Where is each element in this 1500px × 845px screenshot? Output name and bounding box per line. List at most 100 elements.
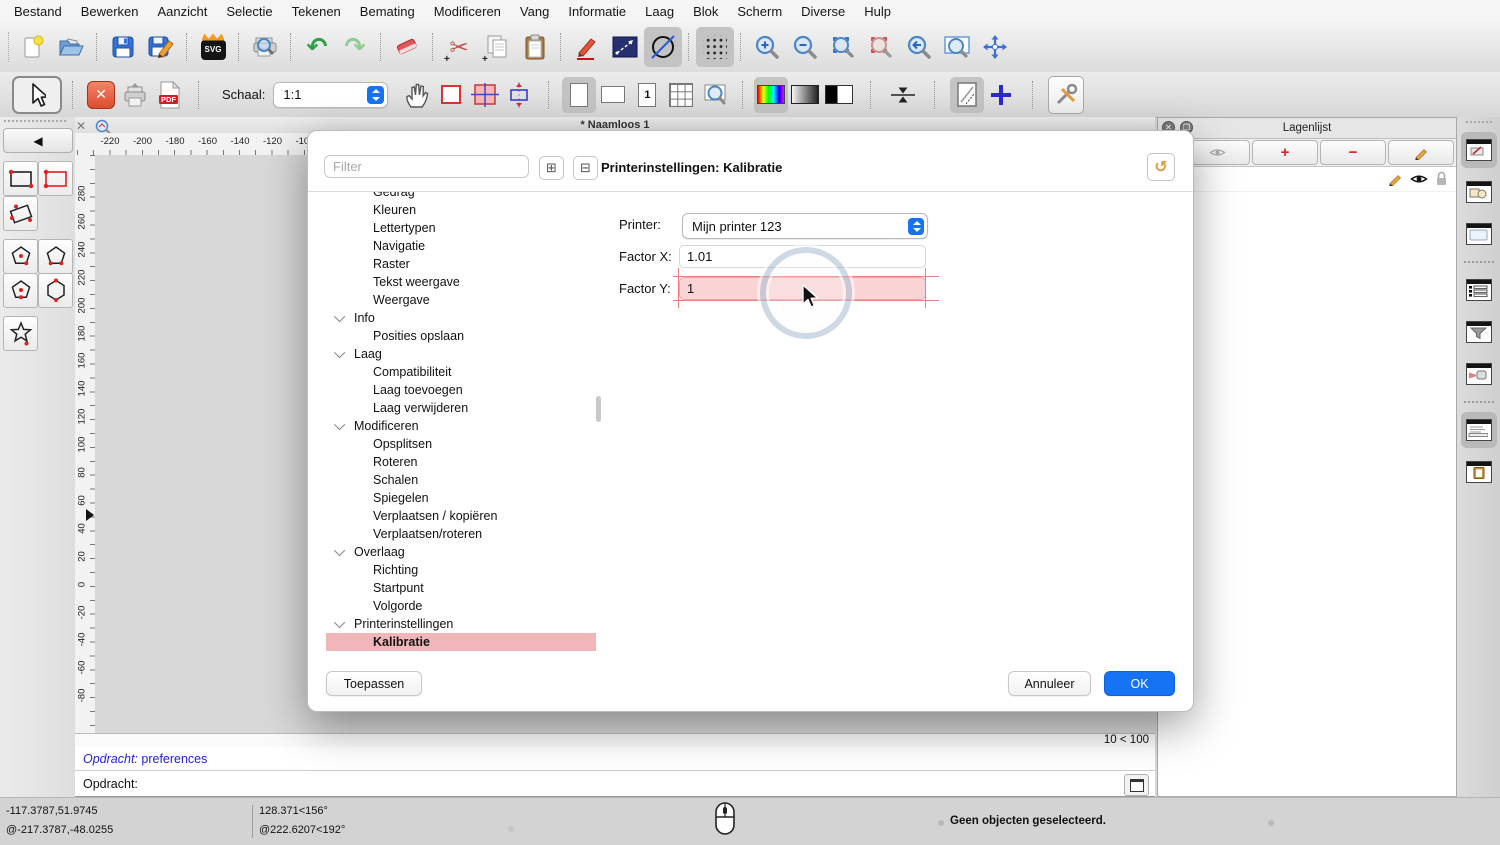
tree-item-spiegelen[interactable]: Spiegelen — [326, 489, 596, 507]
paper-outline-button[interactable] — [434, 77, 468, 113]
tree-item-startpunt[interactable]: Startpunt — [326, 579, 596, 597]
close-drawing-button[interactable]: ✕ — [84, 77, 118, 113]
cut-button[interactable]: ✂ + — [440, 27, 478, 67]
tree-item-verplaatsen-roteren[interactable]: Verplaatsen/roteren — [326, 525, 596, 543]
tool-polygon-side-button[interactable] — [38, 239, 73, 274]
layer-visible-eye-icon[interactable] — [1410, 173, 1428, 185]
back-button[interactable]: ◀ — [3, 128, 73, 153]
stepper-icon[interactable] — [908, 217, 924, 235]
tree-item-laag-toevoegen[interactable]: Laag toevoegen — [326, 381, 596, 399]
settings-button[interactable] — [1048, 75, 1085, 114]
redo-button[interactable]: ↷ — [336, 27, 374, 67]
menu-selectie[interactable]: Selectie — [226, 4, 272, 19]
tree-item-richting[interactable]: Richting — [326, 561, 596, 579]
tree-item-volgorde[interactable]: Volgorde — [326, 597, 596, 615]
tool-rectangle-size-button[interactable] — [3, 161, 38, 196]
line-tool-button[interactable] — [606, 27, 644, 67]
selection-pointer-button[interactable] — [12, 75, 62, 114]
view-list-toggle-button[interactable] — [1461, 216, 1497, 252]
tree-item-laag[interactable]: Laag — [326, 345, 596, 363]
no-fill-toggle-button[interactable] — [644, 27, 682, 67]
print-preview-button[interactable] — [246, 27, 284, 67]
tree-item-laag-verwijderen[interactable]: Laag verwijderen — [326, 399, 596, 417]
chevron-down-icon[interactable] — [333, 616, 346, 629]
stepper-icon[interactable] — [367, 85, 385, 104]
pencil-tool-button[interactable] — [568, 27, 606, 67]
grayscale-button[interactable] — [788, 77, 822, 113]
menu-diverse[interactable]: Diverse — [801, 4, 845, 19]
command-options-button[interactable] — [1124, 774, 1149, 796]
add-layer-button[interactable]: + — [1252, 140, 1318, 165]
menu-vang[interactable]: Vang — [520, 4, 549, 19]
revert-button[interactable]: ↺ — [1147, 153, 1175, 181]
layer-list-toggle-button[interactable] — [1460, 132, 1497, 168]
scale-combobox[interactable]: 1:1 — [273, 81, 389, 108]
tree-item-compatibiliteit[interactable]: Compatibiliteit — [326, 363, 596, 381]
zoom-in-button[interactable] — [748, 27, 786, 67]
pan-button[interactable] — [976, 27, 1014, 67]
tree-item-opsplitsen[interactable]: Opsplitsen — [326, 435, 596, 453]
tree-item-posities-opslaan[interactable]: Posities opslaan — [326, 327, 596, 345]
undo-button[interactable]: ↶ — [298, 27, 336, 67]
auto-zoom-button[interactable] — [824, 27, 862, 67]
tree-item-navigatie[interactable]: Navigatie — [326, 237, 596, 255]
ok-button[interactable]: OK — [1104, 671, 1175, 696]
tree-item-schalen[interactable]: Schalen — [326, 471, 596, 489]
menu-tekenen[interactable]: Tekenen — [292, 4, 341, 19]
tree-scrollbar[interactable] — [596, 396, 601, 422]
draft-mode-button[interactable] — [950, 76, 985, 113]
menu-modificeren[interactable]: Modificeren — [434, 4, 501, 19]
tree-item-verplaatsen-kopi-ren[interactable]: Verplaatsen / kopiëren — [326, 507, 596, 525]
tree-item-overlaag[interactable]: Overlaag — [326, 543, 596, 561]
selection-filter-toggle-button[interactable] — [1461, 314, 1497, 350]
library-browser-toggle-button[interactable] — [1461, 356, 1497, 392]
portrait-page-button[interactable] — [562, 76, 597, 113]
layer-row[interactable]: 0 — [1158, 167, 1456, 192]
chevron-down-icon[interactable] — [333, 346, 346, 359]
menu-aanzicht[interactable]: Aanzicht — [158, 4, 208, 19]
full-color-button[interactable] — [754, 76, 789, 113]
printer-combobox[interactable]: Mijn printer 123 — [682, 213, 928, 239]
menu-laag[interactable]: Laag — [645, 4, 674, 19]
zoom-page-button[interactable] — [698, 77, 732, 113]
tab-close-icon[interactable]: ✕ — [76, 119, 86, 133]
crosshair-button[interactable] — [984, 77, 1018, 113]
delete-button[interactable] — [388, 27, 426, 67]
tree-item-tekst-weergave[interactable]: Tekst weergave — [326, 273, 596, 291]
paste-button[interactable] — [516, 27, 554, 67]
chevron-down-icon[interactable] — [333, 544, 346, 557]
tree-item-info[interactable]: Info — [326, 309, 596, 327]
chevron-down-icon[interactable] — [333, 310, 346, 323]
menu-blok[interactable]: Blok — [693, 4, 718, 19]
block-list-toggle-button[interactable] — [1461, 174, 1497, 210]
apply-button[interactable]: Toepassen — [326, 671, 422, 696]
pdf-export-button[interactable]: PDF — [152, 77, 186, 113]
grid-toggle-button[interactable] — [696, 27, 734, 67]
tool-polygon-vertex-button[interactable] — [3, 273, 38, 308]
tree-item-weergave[interactable]: Weergave — [326, 291, 596, 309]
tree-item-kleuren[interactable]: Kleuren — [326, 201, 596, 219]
copy-button[interactable]: + — [478, 27, 516, 67]
tool-polygon-center-button[interactable] — [3, 239, 38, 274]
tree-item-gedrag[interactable]: Gedrag — [326, 192, 596, 201]
menu-hulp[interactable]: Hulp — [864, 4, 891, 19]
tree-item-raster[interactable]: Raster — [326, 255, 596, 273]
multi-page-button[interactable] — [664, 77, 698, 113]
collapse-tree-button[interactable]: ⊟ — [573, 156, 598, 180]
landscape-page-button[interactable] — [596, 77, 630, 113]
tool-hexagon-button[interactable] — [38, 273, 73, 308]
layer-lock-icon[interactable] — [1435, 171, 1448, 186]
layer-edit-pencil-icon[interactable] — [1388, 171, 1403, 186]
menu-informatie[interactable]: Informatie — [568, 4, 626, 19]
menu-bestand[interactable]: Bestand — [14, 4, 62, 19]
zoom-out-button[interactable] — [786, 27, 824, 67]
tree-item-modificeren[interactable]: Modificeren — [326, 417, 596, 435]
chevron-down-icon[interactable] — [333, 418, 346, 431]
svg-export-button[interactable]: SVG — [194, 27, 232, 67]
save-as-button[interactable] — [142, 27, 180, 67]
menu-bewerken[interactable]: Bewerken — [81, 4, 139, 19]
clipboard-panel-toggle-button[interactable] — [1461, 454, 1497, 490]
tree-item-lettertypen[interactable]: Lettertypen — [326, 219, 596, 237]
remove-layer-button[interactable]: − — [1320, 140, 1386, 165]
expand-tree-button[interactable]: ⊞ — [539, 156, 564, 180]
